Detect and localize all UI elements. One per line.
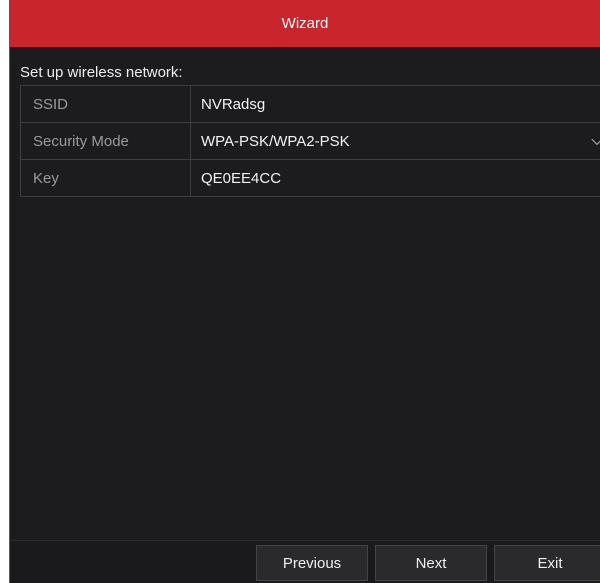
footer-bar: Previous Next Exit bbox=[10, 540, 600, 583]
ssid-row: SSID NVRadsg bbox=[20, 86, 600, 123]
section-heading: Set up wireless network: bbox=[20, 64, 183, 81]
key-label: Key bbox=[21, 160, 191, 196]
previous-button[interactable]: Previous bbox=[256, 545, 368, 581]
key-field[interactable]: QE0EE4CC bbox=[191, 160, 600, 196]
security-mode-value: WPA-PSK/WPA2-PSK bbox=[201, 132, 350, 150]
wireless-settings-form: SSID NVRadsg Security Mode WPA-PSK/WPA2-… bbox=[20, 85, 600, 197]
security-mode-row: Security Mode WPA-PSK/WPA2-PSK bbox=[20, 123, 600, 160]
wizard-window: Wizard Set up wireless network: SSID NVR… bbox=[9, 0, 600, 583]
key-row: Key QE0EE4CC bbox=[20, 160, 600, 197]
chevron-down-icon[interactable] bbox=[591, 133, 600, 146]
next-button[interactable]: Next bbox=[375, 545, 487, 581]
security-mode-label: Security Mode bbox=[21, 123, 191, 159]
ssid-field[interactable]: NVRadsg bbox=[191, 86, 600, 122]
window-title: Wizard bbox=[281, 15, 329, 32]
exit-button[interactable]: Exit bbox=[494, 545, 600, 581]
security-mode-select[interactable]: WPA-PSK/WPA2-PSK bbox=[191, 123, 600, 159]
title-bar: Wizard bbox=[10, 0, 600, 47]
ssid-label: SSID bbox=[21, 86, 191, 122]
